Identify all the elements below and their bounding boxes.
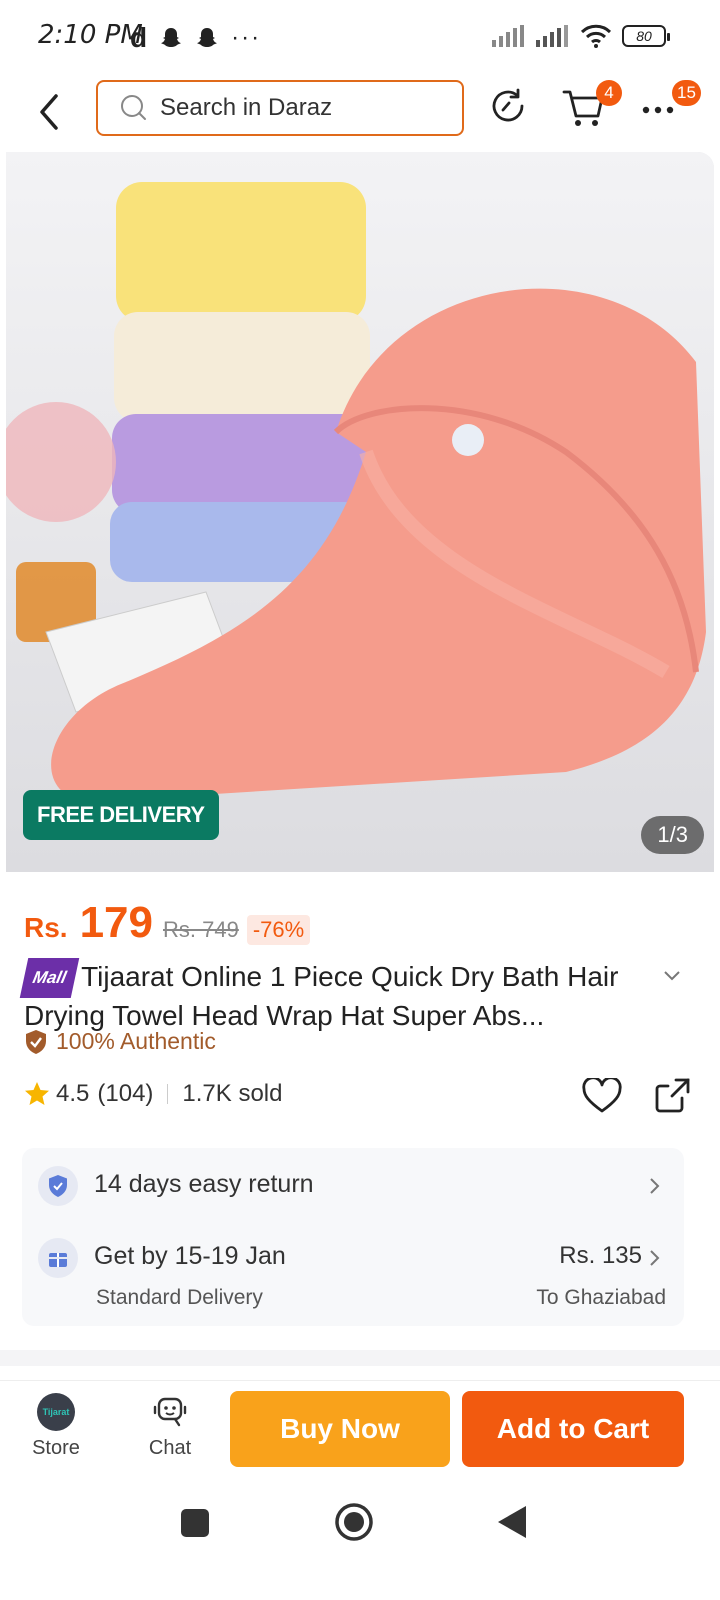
heart-icon: [582, 1076, 622, 1113]
more-menu-button[interactable]: 15: [640, 80, 701, 130]
product-title-text: Tijaarat Online 1 Piece Quick Dry Bath H…: [24, 961, 619, 1031]
divider: [167, 1084, 169, 1104]
snapchat-icon: [161, 28, 182, 47]
back-button[interactable]: [30, 90, 70, 134]
return-icon-wrap: [38, 1166, 78, 1206]
search-icon: [121, 95, 146, 120]
history-button[interactable]: [488, 86, 532, 130]
cart-count-badge: 4: [596, 80, 622, 106]
product-title[interactable]: Mall Tijaarat Online 1 Piece Quick Dry Ba…: [19, 958, 664, 1034]
sold-count: 1.7K sold: [182, 1080, 283, 1107]
snapchat-icon: [197, 28, 218, 47]
d-app-icon: d: [130, 22, 148, 53]
services-card: 14 days easy return Get by 15-19 Jan Sta…: [22, 1148, 684, 1326]
home-circle-icon: [335, 1503, 373, 1541]
square-icon: [181, 1509, 209, 1537]
rating-value: 4.5: [56, 1080, 90, 1107]
more-notifications-icon: ···: [231, 24, 262, 51]
price-currency: Rs.: [24, 912, 68, 943]
menu-count-badge: 15: [672, 80, 701, 106]
system-nav-bar: [0, 1480, 720, 1600]
store-logo: Tijarat: [37, 1393, 75, 1431]
notification-icons: d ···: [130, 22, 261, 54]
signal-icon: [492, 25, 524, 47]
chevron-right-icon: [650, 1178, 660, 1194]
chevron-down-icon: [664, 971, 680, 981]
discount-badge: -76%: [246, 915, 311, 945]
home-button[interactable]: [334, 1502, 374, 1547]
return-text: 14 days easy return: [94, 1170, 314, 1198]
battery-level: 80: [636, 28, 652, 44]
delivery-type: Standard Delivery: [96, 1286, 263, 1309]
chat-button[interactable]: Chat: [130, 1393, 210, 1460]
system-icons: 80: [492, 24, 670, 48]
product-image-gallery[interactable]: FREE DELIVERY 1/3: [6, 152, 714, 872]
add-to-cart-button[interactable]: Add to Cart: [462, 1391, 684, 1467]
mall-badge: Mall: [19, 958, 80, 998]
status-bar: 2:10 PM d ··· 80: [0, 0, 720, 76]
refresh-history-icon: [492, 88, 524, 122]
review-count: (104): [97, 1080, 154, 1107]
shield-check-icon: [26, 1029, 46, 1054]
delivery-date: Get by 15-19 Jan: [94, 1242, 286, 1270]
price-row: Rs. 179 Rs. 749 -76%: [24, 898, 311, 948]
original-price: Rs. 749: [163, 917, 239, 942]
search-placeholder: Search in Daraz: [160, 94, 333, 121]
expand-title-button[interactable]: [662, 968, 682, 989]
signal-icon: [536, 25, 568, 47]
chat-label: Chat: [148, 1437, 192, 1459]
back-arrow-icon: [40, 94, 58, 130]
current-price: 179: [79, 898, 153, 947]
authentic-badge: 100% Authentic: [24, 1028, 216, 1055]
product-image: [6, 152, 714, 872]
free-delivery-badge: FREE DELIVERY: [23, 790, 219, 840]
share-button[interactable]: [654, 1076, 692, 1119]
shield-return-icon: [49, 1175, 67, 1197]
store-label: Store: [32, 1437, 80, 1459]
chat-icon: [153, 1397, 187, 1427]
wifi-icon: [580, 24, 612, 48]
image-pager: 1/3: [641, 816, 704, 854]
battery-icon: 80: [622, 25, 670, 47]
gift-box-icon: [49, 1253, 67, 1267]
header: Search in Daraz 4 15: [0, 76, 720, 148]
delivery-icon-wrap: [38, 1238, 78, 1278]
star-icon: [25, 1082, 49, 1105]
buy-now-button[interactable]: Buy Now: [230, 1391, 450, 1467]
search-input[interactable]: Search in Daraz: [96, 80, 464, 136]
recent-apps-button[interactable]: [180, 1508, 210, 1543]
authentic-text: 100% Authentic: [56, 1028, 216, 1054]
chevron-right-icon: [650, 1250, 660, 1266]
back-nav-button[interactable]: [496, 1504, 528, 1545]
delivery-price: Rs. 135: [559, 1242, 642, 1269]
triangle-back-icon: [498, 1506, 526, 1538]
share-icon: [655, 1078, 690, 1113]
section-divider: [0, 1350, 720, 1366]
delivery-location: To Ghaziabad: [536, 1286, 666, 1309]
store-button[interactable]: Tijarat Store: [16, 1393, 96, 1460]
bottom-action-bar: Tijarat Store Chat Buy Now Add to Cart: [0, 1380, 720, 1480]
status-time: 2:10 PM: [38, 20, 143, 50]
cart-button[interactable]: 4: [562, 80, 622, 130]
wishlist-button[interactable]: [582, 1076, 622, 1119]
